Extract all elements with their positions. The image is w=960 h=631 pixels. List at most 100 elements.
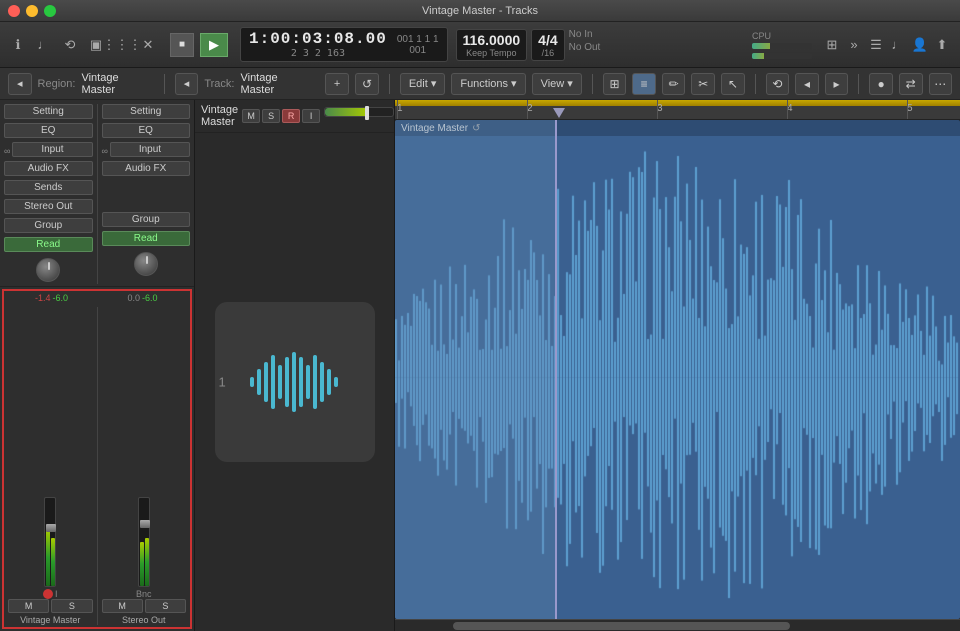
volume-fill [325, 108, 369, 116]
close-x-button[interactable]: ✕ [138, 35, 158, 55]
loop-btn[interactable]: ⟲ [766, 73, 790, 95]
ch2-sends-spacer [102, 180, 191, 194]
ch2-read-btn[interactable]: Read [102, 231, 191, 246]
time-sig-sub: /16 [538, 48, 557, 58]
expand-button[interactable]: » [844, 35, 864, 55]
ch1-fader-handle[interactable] [46, 524, 56, 532]
region-arrow-btn[interactable]: ◂ [8, 73, 32, 95]
ch2-input-btn[interactable]: Input [110, 142, 190, 157]
close-button[interactable] [8, 5, 20, 17]
db-labels-row: -1.4 -6.0 0.0 -6.0 [4, 291, 190, 305]
window-controls[interactable] [8, 5, 56, 17]
mixer-button[interactable]: ⊞ [822, 35, 842, 55]
waveform-icon-container [215, 302, 375, 462]
add-track-button[interactable]: + [325, 73, 349, 95]
ch1-ms-row: M S [8, 599, 93, 613]
middle-panel: Vintage Master M S R I 1 [195, 100, 395, 631]
ch2-s-btn[interactable]: S [145, 599, 186, 613]
ch1-read-btn[interactable]: Read [4, 237, 93, 252]
play-button[interactable]: ▶ [200, 33, 228, 57]
channel-controls-upper: Setting EQ ∞ Input Audio FX Sends Stereo… [0, 100, 194, 287]
track-arrow-btn[interactable]: ◂ [175, 73, 199, 95]
i-button[interactable]: I [302, 109, 320, 123]
track-left-arrow-icon: ◂ [184, 77, 190, 90]
list-button[interactable]: ☰ [866, 35, 886, 55]
r-button[interactable]: R [282, 109, 300, 123]
timeline-ruler: 1 2 3 4 5 6 7 [395, 100, 960, 120]
ch2-audiofx-btn[interactable]: Audio FX [102, 161, 191, 176]
ch1-i-label: I [55, 589, 58, 599]
ch1-stereoout-btn[interactable]: Stereo Out [4, 199, 93, 214]
middle-track-buttons: M S R I [242, 107, 416, 125]
no-in-label: No In [569, 29, 601, 40]
ch2-m-btn[interactable]: M [102, 599, 143, 613]
functions-label: Functions [460, 78, 508, 90]
ch1-s-btn[interactable]: S [51, 599, 92, 613]
sep4 [755, 74, 756, 94]
ch1-audiofx-btn[interactable]: Audio FX [4, 161, 93, 176]
ruler-line-3 [657, 100, 658, 119]
ch1-eq-btn[interactable]: EQ [4, 123, 93, 138]
ch2-pan-knob[interactable] [134, 252, 158, 276]
info-button[interactable]: ℹ [8, 35, 28, 55]
zoom-out-btn[interactable]: ▸ [825, 73, 849, 95]
pointer-tool-button[interactable]: ↖ [721, 73, 745, 95]
left-arrow-icon: ◂ [17, 77, 23, 90]
msri-buttons: M S R I [242, 107, 320, 125]
ch2-fader-track[interactable] [138, 497, 150, 587]
ch1-fader-track[interactable] [44, 497, 56, 587]
view-button[interactable]: View ▾ [532, 73, 582, 95]
audio-track-area[interactable]: Vintage Master ↺ [395, 120, 960, 619]
no-out-label: No Out [569, 42, 601, 53]
stop-button[interactable]: ■ [170, 33, 194, 57]
export-button[interactable]: ⬆ [932, 35, 952, 55]
users-button[interactable]: 👤 [910, 35, 930, 55]
ch2-setting-btn[interactable]: Setting [102, 104, 191, 119]
bounce-btn[interactable]: ⇄ [899, 73, 923, 95]
edit-button[interactable]: Edit ▾ [400, 73, 446, 95]
sync-button[interactable]: ⟲ [60, 35, 80, 55]
ch1-pan-knob[interactable] [36, 258, 60, 282]
ruler-line-4 [787, 100, 788, 119]
list-view-button[interactable]: ≡ [632, 73, 656, 95]
ch1-m-btn[interactable]: M [8, 599, 49, 613]
grid-view-button[interactable]: ⊞ [603, 73, 627, 95]
ch1-sends-btn[interactable]: Sends [4, 180, 93, 195]
snap-button[interactable]: ⋮⋮⋮ [112, 35, 132, 55]
ch1-db-left: -1.4 [35, 293, 51, 303]
ch1-input-btn[interactable]: Input [12, 142, 92, 157]
ch2-eq-btn[interactable]: EQ [102, 123, 191, 138]
scissor-tool-button[interactable]: ✂ [691, 73, 715, 95]
more-btn[interactable]: ⋯ [929, 73, 953, 95]
ch1-input-row: ∞ Input [4, 142, 93, 159]
volume-btn[interactable]: ● [869, 73, 893, 95]
maximize-button[interactable] [44, 5, 56, 17]
minimize-button[interactable] [26, 5, 38, 17]
volume-handle[interactable] [365, 106, 369, 120]
h-scrollbar[interactable] [395, 619, 960, 631]
zoom-in-btn[interactable]: ◂ [795, 73, 819, 95]
scrollbar-thumb[interactable] [453, 622, 790, 630]
ch1-group-row: Group [4, 218, 93, 235]
fader-section-bordered: -1.4 -6.0 0.0 -6.0 [2, 289, 192, 629]
loop-icon-btn[interactable]: ↺ [355, 73, 379, 95]
functions-button[interactable]: Functions ▾ [451, 73, 525, 95]
m-button[interactable]: M [242, 109, 260, 123]
volume-slider[interactable] [324, 107, 394, 117]
ch1-group-btn[interactable]: Group [4, 218, 93, 233]
cpu-meter: CPU [752, 31, 812, 59]
tempo-display: 116.0000 Keep Tempo [456, 29, 528, 61]
audio-region[interactable]: Vintage Master ↺ [395, 120, 960, 619]
draw-tool-button[interactable]: ✏ [662, 73, 686, 95]
time-sig-display: 4/4 /16 [531, 29, 564, 61]
ch1-setting-btn[interactable]: Setting [4, 104, 93, 119]
waveform-svg-icon [245, 347, 345, 417]
metronome-button[interactable]: ♩ [34, 35, 54, 55]
left-panel: Setting EQ ∞ Input Audio FX Sends Stereo… [0, 100, 195, 631]
playhead-line [555, 120, 557, 619]
s-button[interactable]: S [262, 109, 280, 123]
ch2-fader-handle[interactable] [140, 520, 150, 528]
ch2-group-btn[interactable]: Group [102, 212, 191, 227]
note-button[interactable]: ♩ [888, 35, 908, 55]
faders-row: I M S Vintage Master [4, 305, 190, 627]
